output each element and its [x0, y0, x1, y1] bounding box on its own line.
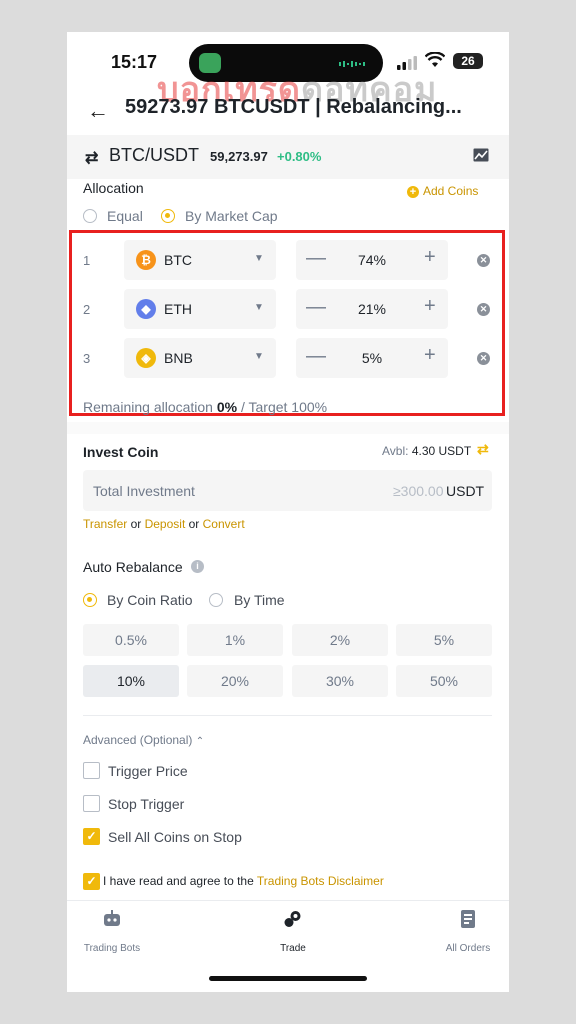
- remaining-allocation: Remaining allocation 0% / Target 100%: [83, 399, 328, 415]
- chart-icon[interactable]: [473, 148, 489, 162]
- eth-icon: ◆: [136, 299, 156, 319]
- invest-coin-label: Invest Coin: [83, 444, 159, 460]
- tab-label: Trading Bots: [83, 943, 141, 954]
- wifi-icon: [425, 52, 445, 67]
- radio-by-time-label[interactable]: By Time: [234, 592, 285, 608]
- ratio-option[interactable]: 1%: [187, 624, 283, 656]
- coin-name: BNB: [164, 350, 193, 366]
- sell-all-coins-checkbox[interactable]: ✓: [83, 828, 100, 845]
- investment-unit: USDT: [446, 483, 485, 499]
- home-indicator[interactable]: [209, 976, 367, 981]
- radio-by-coin-ratio-label[interactable]: By Coin Ratio: [107, 592, 193, 608]
- deposit-link[interactable]: Deposit: [145, 517, 186, 531]
- pair-name[interactable]: BTC/USDT: [109, 145, 199, 166]
- percent-stepper-btc[interactable]: — 74% +: [296, 240, 448, 280]
- fund-links: Transfer or Deposit or Convert: [83, 517, 245, 531]
- ratio-option[interactable]: 0.5%: [83, 624, 179, 656]
- investment-minimum: ≥300.00: [393, 483, 444, 499]
- battery-icon: 26: [453, 53, 483, 69]
- radio-by-market-cap[interactable]: [161, 209, 175, 223]
- percent-stepper-eth[interactable]: — 21% +: [296, 289, 448, 329]
- row-number: 1: [83, 253, 91, 268]
- phone-screen: 15:17 บอกเทรดดอทคอม 26 ← 59273.97 BTCUSD…: [67, 32, 509, 992]
- radio-by-time[interactable]: [209, 593, 223, 607]
- ratio-option[interactable]: 50%: [396, 665, 492, 697]
- disclaimer-link[interactable]: Trading Bots Disclaimer: [257, 874, 384, 888]
- stop-trigger-label[interactable]: Stop Trigger: [108, 796, 184, 812]
- coin-name: ETH: [164, 301, 192, 317]
- pair-price: 59,273.97: [210, 149, 268, 164]
- agreement-text: I have read and agree to the Trading Bot…: [103, 874, 384, 888]
- radio-equal[interactable]: [83, 209, 97, 223]
- page-title: 59273.97 BTCUSDT | Rebalancing...: [125, 96, 462, 118]
- section-divider: [67, 422, 509, 434]
- back-arrow-icon[interactable]: ←: [87, 98, 109, 124]
- add-coins-label: Add Coins: [423, 184, 479, 198]
- tab-all-orders[interactable]: All Orders: [413, 910, 509, 954]
- btc-icon: ₿: [136, 250, 156, 270]
- trade-icon: [284, 911, 301, 927]
- convert-link[interactable]: Convert: [203, 517, 245, 531]
- swap-pair-icon[interactable]: ⇄: [85, 148, 98, 168]
- orders-icon: [461, 910, 475, 928]
- plus-icon[interactable]: +: [424, 295, 436, 318]
- cellular-signal-icon: [397, 56, 417, 70]
- remove-coin-icon[interactable]: ✕: [477, 352, 490, 365]
- ratio-option[interactable]: 5%: [396, 624, 492, 656]
- allocation-label: Allocation: [83, 180, 144, 196]
- status-time: 15:17: [111, 52, 158, 72]
- stop-trigger-checkbox[interactable]: [83, 795, 100, 812]
- bnb-icon: ◈: [136, 348, 156, 368]
- plus-circle-icon: +: [407, 186, 419, 198]
- percent-stepper-bnb[interactable]: — 5% +: [296, 338, 448, 378]
- advanced-toggle[interactable]: Advanced (Optional) ⌃: [83, 733, 204, 747]
- remove-coin-icon[interactable]: ✕: [477, 303, 490, 316]
- trigger-price-checkbox[interactable]: [83, 762, 100, 779]
- tab-trading-bots[interactable]: Trading Bots: [67, 910, 167, 954]
- radio-by-coin-ratio[interactable]: [83, 593, 97, 607]
- auto-rebalance-label: Auto Rebalance: [83, 559, 183, 575]
- investment-placeholder: Total Investment: [93, 483, 195, 499]
- plus-icon[interactable]: +: [424, 344, 436, 367]
- divider: [83, 715, 492, 716]
- ratio-option[interactable]: 20%: [187, 665, 283, 697]
- radio-equal-label[interactable]: Equal: [107, 208, 143, 224]
- available-balance: Avbl: 4.30 USDT: [382, 444, 472, 458]
- row-number: 3: [83, 351, 91, 366]
- coin-name: BTC: [164, 252, 192, 268]
- sell-all-coins-label[interactable]: Sell All Coins on Stop: [108, 829, 242, 845]
- chevron-up-icon: ⌃: [195, 736, 205, 747]
- caret-down-icon: ▼: [254, 253, 264, 264]
- pair-change: +0.80%: [277, 149, 322, 164]
- ratio-option[interactable]: 30%: [292, 665, 388, 697]
- total-investment-input[interactable]: Total Investment ≥300.00 USDT: [83, 470, 492, 511]
- caret-down-icon: ▼: [254, 302, 264, 313]
- remove-coin-icon[interactable]: ✕: [477, 254, 490, 267]
- swap-icon[interactable]: ⇄: [477, 441, 489, 458]
- add-coins-button[interactable]: + Add Coins: [407, 184, 478, 198]
- transfer-link[interactable]: Transfer: [83, 517, 127, 531]
- caret-down-icon: ▼: [254, 351, 264, 362]
- ratio-option[interactable]: 2%: [292, 624, 388, 656]
- coin-select-btc[interactable]: ₿ BTC ▼: [124, 240, 276, 280]
- coin-select-bnb[interactable]: ◈ BNB ▼: [124, 338, 276, 378]
- tab-trade[interactable]: Trade: [238, 910, 348, 954]
- row-number: 2: [83, 302, 91, 317]
- trigger-price-label[interactable]: Trigger Price: [108, 763, 188, 779]
- advanced-label: Advanced (Optional): [83, 733, 193, 747]
- ratio-option-selected[interactable]: 10%: [83, 665, 179, 697]
- info-icon[interactable]: i: [191, 560, 204, 573]
- coin-select-eth[interactable]: ◆ ETH ▼: [124, 289, 276, 329]
- tab-label: All Orders: [445, 943, 491, 954]
- radio-by-market-cap-label[interactable]: By Market Cap: [185, 208, 278, 224]
- tab-label: Trade: [280, 943, 306, 954]
- robot-icon: [104, 910, 120, 926]
- agree-checkbox[interactable]: ✓: [83, 873, 100, 890]
- plus-icon[interactable]: +: [424, 246, 436, 269]
